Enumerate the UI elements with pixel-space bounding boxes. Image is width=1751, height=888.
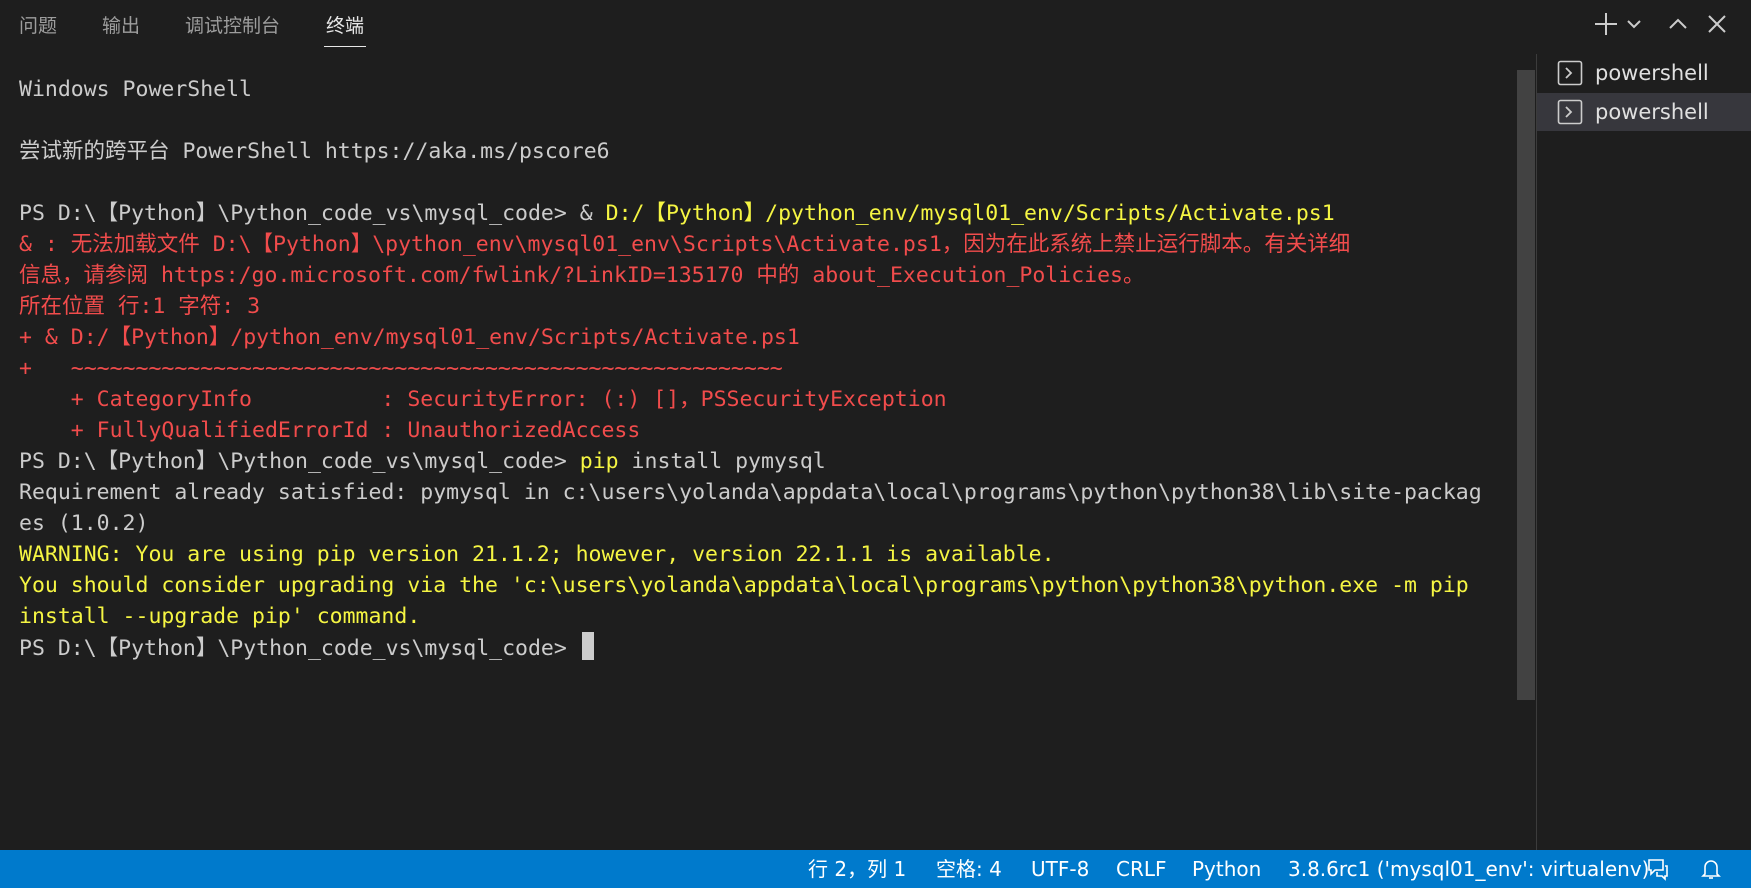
terminal-list: powershell powershell [1536, 54, 1751, 850]
terminal-text: You should consider upgrading via the 'c… [19, 573, 1469, 598]
feedback-icon[interactable] [1646, 857, 1670, 881]
terminal-text: 信息，请参阅 https:/go.microsoft.com/fwlink/?L… [19, 263, 1145, 288]
terminal-line: PS D:\【Python】\Python_code_vs\mysql_code… [19, 632, 1482, 663]
terminal-line: + CategoryInfo : SecurityError: (:) []，P… [19, 384, 1482, 415]
terminal-line: + FullyQualifiedErrorId : UnauthorizedAc… [19, 415, 1482, 446]
terminal-text: install --upgrade pip' command. [19, 604, 421, 629]
terminal-text: PS D:\【Python】\Python_code_vs\mysql_code… [19, 636, 580, 661]
terminal-text: + ~~~~~~~~~~~~~~~~~~~~~~~~~~~~~~~~~~~~~~… [19, 356, 783, 381]
terminal-line: install --upgrade pip' command. [19, 601, 1482, 632]
terminal-text: Requirement already satisfied: pymysql i… [19, 480, 1482, 505]
terminal-line: + ~~~~~~~~~~~~~~~~~~~~~~~~~~~~~~~~~~~~~~… [19, 353, 1482, 384]
terminal-line: PS D:\【Python】\Python_code_vs\mysql_code… [19, 446, 1482, 477]
bell-icon[interactable] [1699, 857, 1723, 881]
tab-output[interactable]: 输出 [102, 12, 140, 40]
terminal-text: 所在位置 行:1 字符: 3 [19, 294, 261, 319]
terminal-text: install pymysql [618, 449, 826, 474]
terminal-line: 尝试新的跨平台 PowerShell https://aka.ms/pscore… [19, 136, 1482, 167]
terminal-line: & : 无法加载文件 D:\【Python】\python_env\mysql0… [19, 229, 1482, 260]
terminal-line: 信息，请参阅 https:/go.microsoft.com/fwlink/?L… [19, 260, 1482, 291]
terminal-text: PS D:\【Python】\Python_code_vs\mysql_code… [19, 449, 580, 474]
terminal-icon [1557, 60, 1583, 86]
tab-debug-console[interactable]: 调试控制台 [185, 12, 280, 40]
terminal-line: WARNING: You are using pip version 21.1.… [19, 539, 1482, 570]
terminal-text: pip [579, 449, 619, 474]
panel-tab-bar: 问题 输出 调试控制台 终端 [0, 0, 1751, 54]
plus-icon[interactable] [1592, 10, 1620, 38]
terminal-text: + FullyQualifiedErrorId : UnauthorizedAc… [19, 418, 641, 443]
terminal-line: 所在位置 行:1 字符: 3 [19, 291, 1482, 322]
status-indentation[interactable]: 空格: 4 [936, 850, 1002, 888]
terminal-lines: Windows PowerShell 尝试新的跨平台 PowerShell htt… [19, 74, 1482, 663]
status-language[interactable]: Python [1192, 850, 1261, 888]
terminal-text: & : 无法加载文件 D:\【Python】\python_env\mysql0… [19, 232, 1351, 257]
tab-terminal[interactable]: 终端 [323, 12, 367, 47]
status-interpreter[interactable]: 3.8.6rc1 ('mysql01_env': virtualenv) [1288, 850, 1649, 888]
terminal-text: PS D:\【Python】\Python_code_vs\mysql_code… [19, 201, 606, 226]
terminal-icon [1557, 99, 1583, 125]
terminal-line: PS D:\【Python】\Python_code_vs\mysql_code… [19, 198, 1482, 229]
status-bar: 行 2，列 1 空格: 4 UTF-8 CRLF Python 3.8.6rc1… [0, 850, 1751, 888]
chevron-up-icon[interactable] [1664, 10, 1692, 38]
terminal-cursor [581, 632, 594, 660]
status-cursor-position[interactable]: 行 2，列 1 [808, 850, 906, 888]
terminal-line: + & D:/【Python】/python_env/mysql01_env/S… [19, 322, 1482, 353]
terminal-output[interactable]: Windows PowerShell 尝试新的跨平台 PowerShell htt… [0, 54, 1518, 850]
tab-problems[interactable]: 问题 [19, 12, 57, 40]
terminal-list-label: powershell [1595, 61, 1709, 85]
terminal-list-item[interactable]: powershell [1537, 54, 1751, 92]
terminal-line: Windows PowerShell [19, 74, 1482, 105]
terminal-text: es (1.0.2) [19, 511, 149, 536]
terminal-line: You should consider upgrading via the 'c… [19, 570, 1482, 601]
terminal-scrollbar[interactable] [1517, 70, 1535, 700]
close-icon[interactable] [1703, 10, 1731, 38]
terminal-text: D:/【Python】/python_env/mysql01_env/Scrip… [605, 201, 1335, 226]
status-eol[interactable]: CRLF [1116, 850, 1167, 888]
terminal-text: + & D:/【Python】/python_env/mysql01_env/S… [19, 325, 800, 350]
terminal-text: Windows PowerShell [19, 77, 252, 102]
terminal-text: + CategoryInfo : SecurityError: (:) []，P… [19, 387, 947, 412]
chevron-down-icon[interactable] [1622, 10, 1646, 38]
terminal-list-item[interactable]: powershell [1537, 93, 1751, 131]
terminal-line: es (1.0.2) [19, 508, 1482, 539]
terminal-line: Requirement already satisfied: pymysql i… [19, 477, 1482, 508]
terminal-list-label: powershell [1595, 100, 1709, 124]
terminal-text: 尝试新的跨平台 PowerShell https://aka.ms/pscore… [19, 139, 610, 164]
status-encoding[interactable]: UTF-8 [1031, 850, 1089, 888]
terminal-text: WARNING: You are using pip version 21.1.… [19, 542, 1055, 567]
